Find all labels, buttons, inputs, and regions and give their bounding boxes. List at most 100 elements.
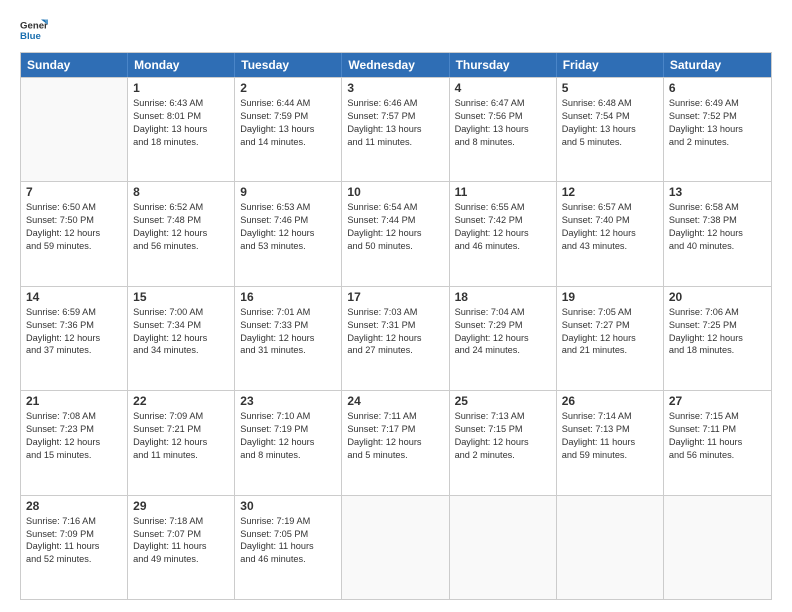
calendar-row-3: 21Sunrise: 7:08 AMSunset: 7:23 PMDayligh… [21, 390, 771, 494]
cell-line: and 11 minutes. [347, 136, 443, 149]
cell-line: and 11 minutes. [133, 449, 229, 462]
cell-line: and 50 minutes. [347, 240, 443, 253]
cell-line: and 18 minutes. [669, 344, 766, 357]
cell-line: Sunset: 7:27 PM [562, 319, 658, 332]
calendar-cell: 22Sunrise: 7:09 AMSunset: 7:21 PMDayligh… [128, 391, 235, 494]
cell-line: Daylight: 12 hours [562, 332, 658, 345]
cell-line: Sunset: 7:42 PM [455, 214, 551, 227]
cell-line: Daylight: 11 hours [26, 540, 122, 553]
cell-line: Sunset: 7:40 PM [562, 214, 658, 227]
day-number: 15 [133, 290, 229, 304]
header-cell-wednesday: Wednesday [342, 53, 449, 77]
cell-line: Sunset: 7:50 PM [26, 214, 122, 227]
cell-line: Sunset: 7:34 PM [133, 319, 229, 332]
calendar-cell: 30Sunrise: 7:19 AMSunset: 7:05 PMDayligh… [235, 496, 342, 599]
cell-line: Daylight: 12 hours [133, 332, 229, 345]
cell-line: Sunrise: 6:50 AM [26, 201, 122, 214]
cell-line: Daylight: 12 hours [240, 436, 336, 449]
calendar-cell: 27Sunrise: 7:15 AMSunset: 7:11 PMDayligh… [664, 391, 771, 494]
day-number: 28 [26, 499, 122, 513]
cell-line: and 24 minutes. [455, 344, 551, 357]
cell-line: and 59 minutes. [26, 240, 122, 253]
cell-line: and 53 minutes. [240, 240, 336, 253]
cell-line: Sunset: 7:36 PM [26, 319, 122, 332]
cell-line: Daylight: 12 hours [455, 227, 551, 240]
cell-line: Sunset: 7:19 PM [240, 423, 336, 436]
cell-line: Sunset: 7:59 PM [240, 110, 336, 123]
cell-line: and 21 minutes. [562, 344, 658, 357]
cell-line: and 46 minutes. [240, 553, 336, 566]
cell-line: Daylight: 12 hours [240, 332, 336, 345]
day-number: 4 [455, 81, 551, 95]
header-cell-monday: Monday [128, 53, 235, 77]
calendar-cell: 28Sunrise: 7:16 AMSunset: 7:09 PMDayligh… [21, 496, 128, 599]
calendar-row-2: 14Sunrise: 6:59 AMSunset: 7:36 PMDayligh… [21, 286, 771, 390]
cell-line: Daylight: 12 hours [26, 332, 122, 345]
day-number: 17 [347, 290, 443, 304]
cell-line: Sunset: 7:38 PM [669, 214, 766, 227]
cell-line: Sunrise: 7:15 AM [669, 410, 766, 423]
calendar-cell: 15 Sunrise: 7:00 AMSunset: 7:34 PMDayligh… [128, 287, 235, 390]
day-number: 27 [669, 394, 766, 408]
cell-line: and 59 minutes. [562, 449, 658, 462]
cell-line: Daylight: 12 hours [669, 332, 766, 345]
cell-line: Sunset: 7:56 PM [455, 110, 551, 123]
cell-line: Sunrise: 6:44 AM [240, 97, 336, 110]
cell-line: and 37 minutes. [26, 344, 122, 357]
cell-line: Daylight: 12 hours [26, 436, 122, 449]
cell-line: and 49 minutes. [133, 553, 229, 566]
cell-line: Sunset: 7:46 PM [240, 214, 336, 227]
header-cell-thursday: Thursday [450, 53, 557, 77]
day-number: 9 [240, 185, 336, 199]
calendar-cell: 19Sunrise: 7:05 AMSunset: 7:27 PMDayligh… [557, 287, 664, 390]
logo-icon: General Blue [20, 16, 48, 44]
cell-line: Sunset: 7:54 PM [562, 110, 658, 123]
day-number: 19 [562, 290, 658, 304]
cell-line: and 15 minutes. [26, 449, 122, 462]
cell-line: Sunset: 7:29 PM [455, 319, 551, 332]
day-number: 21 [26, 394, 122, 408]
calendar-row-1: 7Sunrise: 6:50 AMSunset: 7:50 PMDaylight… [21, 181, 771, 285]
header-cell-tuesday: Tuesday [235, 53, 342, 77]
cell-line: and 46 minutes. [455, 240, 551, 253]
cell-line: and 52 minutes. [26, 553, 122, 566]
day-number: 13 [669, 185, 766, 199]
calendar-cell: 2Sunrise: 6:44 AMSunset: 7:59 PMDaylight… [235, 78, 342, 181]
cell-line: Daylight: 12 hours [347, 227, 443, 240]
header-cell-saturday: Saturday [664, 53, 771, 77]
cell-line: Sunrise: 6:53 AM [240, 201, 336, 214]
svg-text:General: General [20, 20, 48, 31]
cell-line: Sunset: 7:31 PM [347, 319, 443, 332]
cell-line: Sunrise: 6:48 AM [562, 97, 658, 110]
day-number: 22 [133, 394, 229, 408]
cell-line: Sunset: 7:44 PM [347, 214, 443, 227]
day-number: 1 [133, 81, 229, 95]
cell-line: and 40 minutes. [669, 240, 766, 253]
cell-line: and 5 minutes. [562, 136, 658, 149]
cell-line: Sunset: 7:23 PM [26, 423, 122, 436]
calendar-cell [664, 496, 771, 599]
cell-line: and 56 minutes. [133, 240, 229, 253]
cell-line: Sunset: 7:33 PM [240, 319, 336, 332]
svg-text:Blue: Blue [20, 31, 41, 42]
cell-line: Sunrise: 7:00 AM [133, 306, 229, 319]
cell-line: Sunrise: 7:11 AM [347, 410, 443, 423]
calendar-cell: 7Sunrise: 6:50 AMSunset: 7:50 PMDaylight… [21, 182, 128, 285]
calendar-cell: 13Sunrise: 6:58 AMSunset: 7:38 PMDayligh… [664, 182, 771, 285]
cell-line: Sunset: 8:01 PM [133, 110, 229, 123]
calendar-cell [450, 496, 557, 599]
cell-line: Sunrise: 7:01 AM [240, 306, 336, 319]
day-number: 16 [240, 290, 336, 304]
cell-line: and 18 minutes. [133, 136, 229, 149]
cell-line: Daylight: 11 hours [669, 436, 766, 449]
day-number: 11 [455, 185, 551, 199]
cell-line: Sunrise: 6:59 AM [26, 306, 122, 319]
cell-line: Sunrise: 7:16 AM [26, 515, 122, 528]
cell-line: Daylight: 11 hours [240, 540, 336, 553]
day-number: 29 [133, 499, 229, 513]
cell-line: Sunrise: 6:55 AM [455, 201, 551, 214]
cell-line: Sunrise: 7:03 AM [347, 306, 443, 319]
calendar-cell: 4Sunrise: 6:47 AMSunset: 7:56 PMDaylight… [450, 78, 557, 181]
cell-line: and 2 minutes. [669, 136, 766, 149]
calendar-cell [21, 78, 128, 181]
